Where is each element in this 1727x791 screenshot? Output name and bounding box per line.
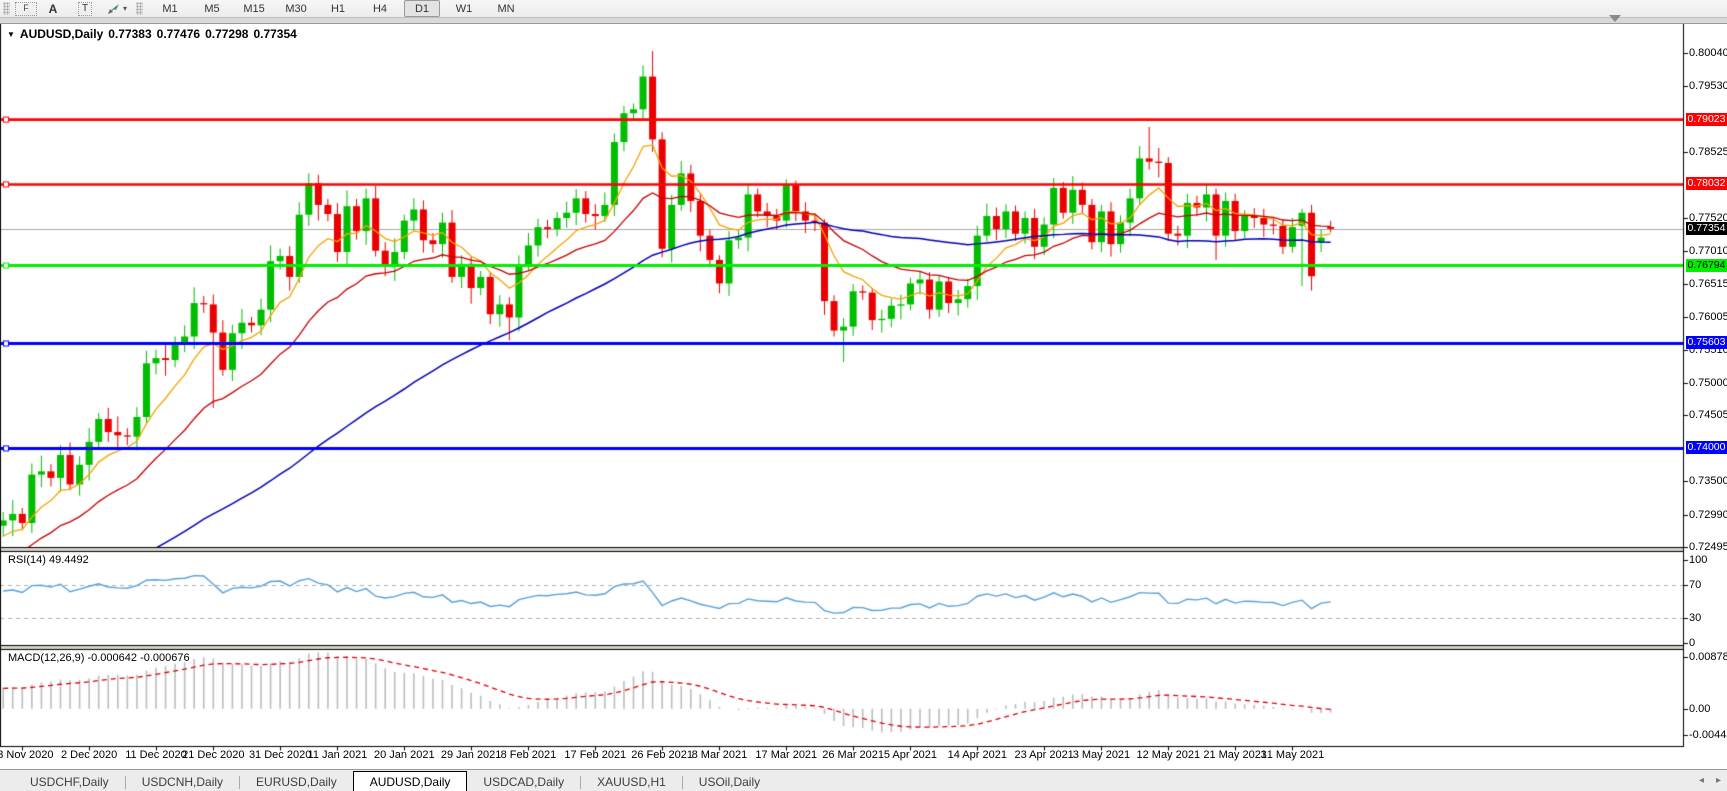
symbol-label: AUDUSD,Daily: [20, 27, 103, 41]
price-tick-label: 0.72990: [1689, 509, 1727, 521]
price-tick-label: 0.72495: [1689, 541, 1727, 553]
ohlc-open: 0.77383: [108, 27, 151, 41]
dropdown-caret[interactable]: ▾: [123, 4, 127, 13]
chart-tab-usdcad-daily[interactable]: USDCAD,Daily: [467, 773, 580, 791]
rsi-level-label: 100: [1689, 554, 1727, 566]
top-toolbar: F A T ▾ M1 M5 M15 M30 H1 H4 D1 W1 MN: [0, 0, 1727, 17]
tab-scroll-right-icon[interactable]: ▸: [1716, 775, 1721, 786]
ohlc-high: 0.77476: [157, 27, 200, 41]
chart-tab-usdcnh-daily[interactable]: USDCNH,Daily: [126, 773, 239, 791]
hline-price-tag[interactable]: 0.74000: [1686, 441, 1727, 454]
chart-shift-marker[interactable]: [1609, 15, 1621, 22]
timeframe-button-d1[interactable]: D1: [404, 0, 440, 17]
timeframe-button-mn[interactable]: MN: [488, 0, 524, 17]
hline-price-tag[interactable]: 0.78032: [1686, 177, 1727, 190]
macd-axis-label: 0.008782: [1689, 651, 1727, 663]
rsi-label: RSI(14) 49.4492: [8, 554, 89, 566]
current-price-tag: 0.77354: [1686, 222, 1727, 235]
macd-axis-label: -0.004451: [1689, 729, 1727, 741]
rsi-level-label: 0: [1689, 637, 1727, 649]
shapes-arrow-icon[interactable]: ▾: [101, 0, 133, 17]
price-tick-label: 0.76515: [1689, 278, 1727, 290]
font-a-icon[interactable]: A: [37, 0, 69, 17]
chart-tab-usdchf-daily[interactable]: USDCHF,Daily: [14, 773, 125, 791]
price-tick-label: 0.78525: [1689, 146, 1727, 158]
chart-tab-usoil-daily[interactable]: USOil,Daily: [683, 773, 776, 791]
ohlc-close: 0.77354: [253, 27, 296, 41]
grid-f-icon[interactable]: F: [15, 2, 37, 16]
tab-scroll-controls: ◂ ▸: [1699, 775, 1721, 786]
price-tick-label: 0.76005: [1689, 311, 1727, 323]
rsi-level-label: 70: [1689, 579, 1727, 591]
price-tick-label: 0.77010: [1689, 245, 1727, 257]
price-tick-label: 0.80040: [1689, 47, 1727, 59]
terminal-window: F A T ▾ M1 M5 M15 M30 H1 H4 D1 W1 MN ▼ AUDUSD,Da…: [0, 0, 1727, 791]
macd-axis-label: 0.00: [1689, 703, 1727, 715]
chart-title: ▼ AUDUSD,Daily 0.77383 0.77476 0.77298 0…: [7, 27, 297, 41]
toolbar-grip[interactable]: [3, 2, 10, 15]
macd-label: MACD(12,26,9) -0.000642 -0.000676: [8, 652, 190, 664]
hline-price-tag[interactable]: 0.79023: [1686, 113, 1727, 126]
chart-tab-audusd-daily[interactable]: AUDUSD,Daily: [353, 771, 468, 791]
price-tick-label: 0.74505: [1689, 409, 1727, 421]
timeframe-group: M1 M5 M15 M30 H1 H4 D1 W1 MN: [152, 0, 524, 17]
toolbar-grip-2[interactable]: [136, 2, 143, 15]
price-tick-label: 0.75000: [1689, 377, 1727, 389]
hline-price-tag[interactable]: 0.76794: [1686, 259, 1727, 272]
chart-tab-xauusd-h1[interactable]: XAUUSD,H1: [581, 773, 682, 791]
ohlc-low: 0.77298: [205, 27, 248, 41]
date-tick-label: 31 May 2021: [1252, 749, 1332, 761]
timeframe-button-h4[interactable]: H4: [362, 0, 398, 17]
text-t-icon[interactable]: T: [78, 2, 92, 16]
price-tick-label: 0.73500: [1689, 475, 1727, 487]
tab-scroll-left-icon[interactable]: ◂: [1699, 775, 1704, 786]
timeframe-button-m5[interactable]: M5: [194, 0, 230, 17]
chart-tab-eurusd-daily[interactable]: EURUSD,Daily: [240, 773, 353, 791]
toolbar-edge: [0, 17, 1727, 24]
symbol-dropdown-icon[interactable]: ▼: [7, 30, 15, 39]
timeframe-button-m1[interactable]: M1: [152, 0, 188, 17]
timeframe-button-h1[interactable]: H1: [320, 0, 356, 17]
price-tick-label: 0.79530: [1689, 80, 1727, 92]
hline-price-tag[interactable]: 0.75603: [1686, 336, 1727, 349]
rsi-level-label: 30: [1689, 612, 1727, 624]
timeframe-button-m15[interactable]: M15: [236, 0, 272, 17]
tabs-holder: USDCHF,DailyUSDCNH,DailyEURUSD,DailyAUDU…: [14, 771, 776, 791]
timeframe-button-w1[interactable]: W1: [446, 0, 482, 17]
timeframe-button-m30[interactable]: M30: [278, 0, 314, 17]
chart-tabbar: USDCHF,DailyUSDCNH,DailyEURUSD,DailyAUDU…: [0, 769, 1727, 791]
chart-canvas[interactable]: [0, 0, 1727, 791]
